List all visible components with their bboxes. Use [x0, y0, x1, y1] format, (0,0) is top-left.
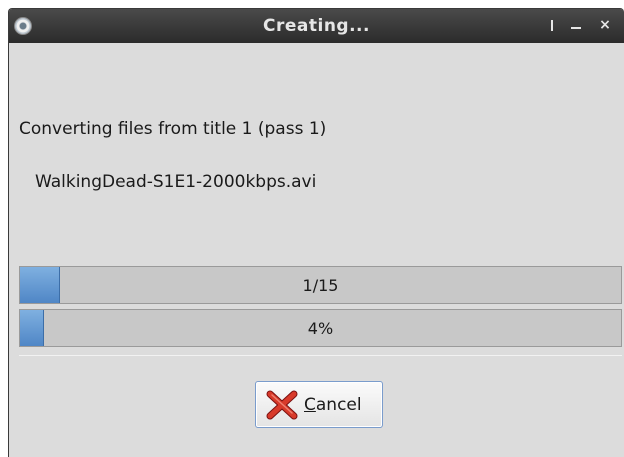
cancel-button[interactable]: Cancel	[255, 381, 383, 428]
current-file-name: WalkingDead-S1E1-2000kbps.avi	[35, 172, 317, 192]
files-progress-label: 1/15	[302, 276, 339, 295]
close-button[interactable]: ×	[595, 14, 615, 36]
separator-icon	[542, 14, 562, 36]
minimize-icon	[571, 27, 581, 29]
percent-progress-label: 4%	[307, 319, 334, 338]
files-progress-bar: 1/15	[19, 266, 622, 304]
title-bar[interactable]: Creating... ×	[9, 9, 624, 43]
window-title: Creating...	[263, 16, 370, 36]
dialog-window: Creating... × Converting files from titl…	[8, 8, 624, 457]
status-message: Converting files from title 1 (pass 1)	[19, 119, 327, 139]
cancel-label: Cancel	[304, 395, 362, 415]
divider	[19, 355, 622, 356]
red-x-icon	[266, 390, 298, 420]
minimize-button[interactable]	[566, 14, 586, 36]
percent-progress-bar: 4%	[19, 309, 622, 347]
